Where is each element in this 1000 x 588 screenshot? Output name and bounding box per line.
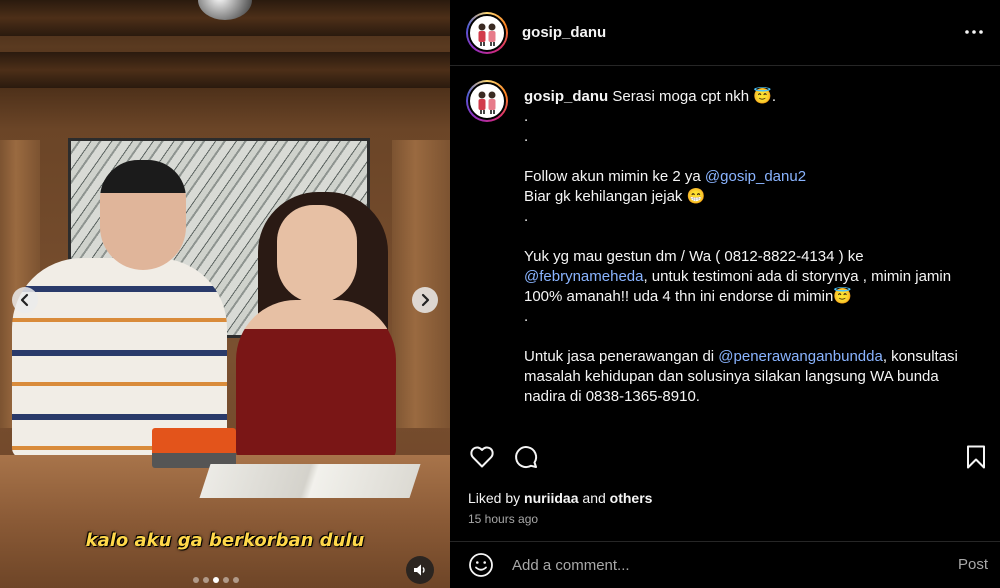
comment-input[interactable] xyxy=(512,556,912,574)
post-media[interactable]: kalo aku ga berkorban dulu xyxy=(0,0,450,588)
carousel-dot xyxy=(193,577,199,583)
likes-summary: Liked by nuriidaa and others xyxy=(468,490,652,506)
carousel-indicator xyxy=(193,577,239,583)
woman-figure xyxy=(236,300,396,460)
header-username[interactable]: gosip_danu xyxy=(522,24,606,41)
post-header: gosip_danu xyxy=(450,0,1000,66)
caption-line: nadira di 0838-1365-8910. xyxy=(524,388,700,405)
carousel-dot-active xyxy=(213,577,219,583)
avatar[interactable] xyxy=(466,80,508,122)
action-bar xyxy=(468,443,988,471)
like-button[interactable] xyxy=(468,443,496,471)
carousel-dot xyxy=(223,577,229,583)
man-head xyxy=(100,160,186,270)
post-caption: gosip_danu Serasi moga cpt nkh 😇. . . Fo… xyxy=(466,80,986,407)
chevron-left-icon xyxy=(20,293,29,307)
post-timestamp[interactable]: 15 hours ago xyxy=(468,512,538,526)
comment-button[interactable] xyxy=(512,443,540,471)
caption-line: Yuk yg mau gestun dm / Wa ( 0812-8822-41… xyxy=(524,248,864,265)
lego-truck xyxy=(152,428,236,468)
add-comment-bar: Post xyxy=(450,541,1000,588)
caption-line: . xyxy=(524,308,529,325)
chevron-right-icon xyxy=(421,293,430,307)
post-comment-button[interactable]: Post xyxy=(958,556,988,573)
caption-line: Untuk jasa penerawangan di xyxy=(524,348,719,365)
caption-line: masalah kehidupan dan solusinya silakan … xyxy=(524,368,939,385)
caption-line: . xyxy=(524,208,529,225)
likes-middle: and xyxy=(578,490,610,506)
profile-picture-icon xyxy=(478,91,496,114)
save-button[interactable] xyxy=(962,443,990,471)
caption-line xyxy=(524,227,984,247)
heart-icon xyxy=(470,446,494,468)
caption-line: . xyxy=(524,108,529,125)
caption-line: 100% amanah!! uda 4 thn ini endorse di m… xyxy=(524,288,853,305)
caption-line: Follow akun mimin ke 2 ya xyxy=(524,168,705,185)
instruction-booklet xyxy=(199,464,421,498)
wall-panel xyxy=(392,140,450,428)
caption-line xyxy=(524,147,984,167)
more-horizontal-icon xyxy=(965,30,983,34)
caption-line: , konsultasi xyxy=(882,348,958,365)
caption-username[interactable]: gosip_danu xyxy=(524,88,608,105)
avatar[interactable] xyxy=(466,11,508,54)
more-options-button[interactable] xyxy=(964,22,984,46)
carousel-dot xyxy=(233,577,239,583)
comment-icon xyxy=(515,446,538,469)
woman-face xyxy=(277,205,357,303)
video-caption: kalo aku ga berkorban dulu xyxy=(85,530,365,551)
caption-line: , untuk testimoni ada di storynya , mimi… xyxy=(643,268,952,285)
caption-text: gosip_danu Serasi moga cpt nkh 😇. . . Fo… xyxy=(524,80,984,407)
ceiling-beam xyxy=(0,52,450,88)
caption-line: . xyxy=(524,128,529,145)
caption-line: Serasi moga cpt nkh 😇. xyxy=(612,88,777,105)
carousel-dot xyxy=(203,577,209,583)
post-details-panel: gosip_danu gosip_danu Serasi moga cpt nk… xyxy=(450,0,1000,588)
caption-line: Biar gk kehilangan jejak 😁 xyxy=(524,188,706,205)
caption-line xyxy=(524,327,984,347)
profile-picture-icon xyxy=(478,23,496,46)
mention-link[interactable]: @febrynameheda xyxy=(524,268,643,285)
speaker-icon xyxy=(414,564,425,576)
previous-slide-button[interactable] xyxy=(12,287,38,313)
smiley-icon[interactable] xyxy=(468,552,494,578)
mention-link[interactable]: @penerawanganbundda xyxy=(718,348,883,365)
liked-by-user-link[interactable]: nuriidaa xyxy=(524,490,578,506)
next-slide-button[interactable] xyxy=(412,287,438,313)
sound-toggle-button[interactable] xyxy=(406,556,434,584)
mention-link[interactable]: @gosip_danu2 xyxy=(705,168,806,185)
likes-others-link[interactable]: others xyxy=(610,490,653,506)
bookmark-icon xyxy=(967,445,985,469)
likes-prefix: Liked by xyxy=(468,490,525,506)
